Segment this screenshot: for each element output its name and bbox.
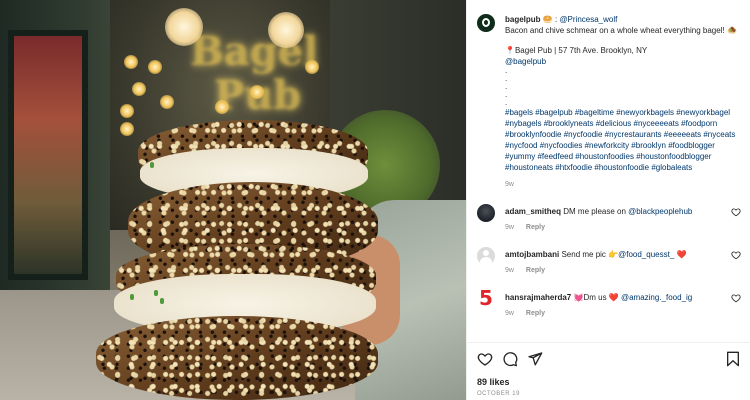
dot-line: . [505,74,508,83]
comment-icon[interactable] [502,351,518,367]
caption-time: 9w [505,181,514,188]
heart-icon[interactable] [731,293,741,303]
post-caption: bagelpub 🥯 : @Princesa_wolf Bacon and ch… [477,14,741,190]
bagel-crust [96,316,378,400]
dot-line: . [505,98,508,107]
comment-text-after: ❤️ [674,250,687,259]
avatar[interactable] [477,14,495,32]
chive [130,294,134,300]
caption-text: bagelpub 🥯 : @Princesa_wolf Bacon and ch… [505,14,741,190]
light-bulb [215,100,229,114]
comment-time: 9w [505,310,514,317]
light-bulb [160,95,174,109]
shop-door [8,30,88,280]
comment-username[interactable]: hansrajmaherda7 [505,293,571,302]
lamp [165,8,203,46]
credit-mention[interactable]: @Princesa_wolf [559,15,617,24]
likes-count[interactable]: 89 likes [477,377,741,387]
action-icons [477,350,741,368]
comment-text: Send me pic 👉 [559,250,619,259]
comment-body: amtojbambani Send me pic 👉@food_quesst_ … [505,247,731,276]
post-side-panel: bagelpub 🥯 : @Princesa_wolf Bacon and ch… [466,0,750,400]
share-icon[interactable] [527,351,543,367]
dot-line: . [505,82,508,91]
comments-scroll-area[interactable]: bagelpub 🥯 : @Princesa_wolf Bacon and ch… [467,0,750,342]
comment-time: 9w [505,267,514,274]
comment-mention[interactable]: @food_quesst_ [618,250,674,259]
comment-mention[interactable]: @blackpeoplehub [628,207,692,216]
comment: adam_smitheq DM me please on @blackpeopl… [477,204,741,233]
comment-text: DM me please on [561,207,629,216]
comment-body: hansrajmaherda7 💓Dm us ❤️ @amazing._food… [505,290,731,319]
shop-sign: Bagel Pub [190,30,318,118]
hashtags[interactable]: #bagels #bagelpub #bageltime #newyorkbag… [505,107,741,173]
caption-username[interactable]: bagelpub [505,15,541,24]
dot-line: . [505,90,508,99]
light-bulb [132,82,146,96]
caption-line1: Bacon and chive schmear on a whole wheat… [505,26,725,35]
reply-button[interactable]: Reply [526,267,545,274]
location-text: Bagel Pub | 57 7th Ave. Brooklyn, NY [514,46,648,55]
bagel-emoji: 🥯 [542,15,553,24]
post-date: OCTOBER 19 [477,391,520,397]
heart-icon[interactable] [731,207,741,217]
bagel-bottom [96,244,378,400]
comment-body: adam_smitheq DM me please on @blackpeopl… [505,204,731,233]
reply-button[interactable]: Reply [526,310,545,317]
light-bulb [124,55,138,69]
chive [150,162,154,168]
heart-icon[interactable] [731,250,741,260]
comment-username[interactable]: adam_smitheq [505,207,561,216]
post-actions: 89 likes OCTOBER 19 [467,342,750,400]
comment-username[interactable]: amtojbambani [505,250,559,259]
lamp [268,12,304,48]
chive [154,290,158,296]
instagram-post: Bagel Pub [0,0,750,400]
comment: amtojbambani Send me pic 👉@food_quesst_ … [477,247,741,276]
avatar[interactable] [477,247,495,265]
comment-text: 💓Dm us ❤️ [571,293,621,302]
comment-time: 9w [505,224,514,231]
reply-button[interactable]: Reply [526,224,545,231]
pin-emoji: 📍 [505,46,515,55]
comment: 5 hansrajmaherda7 💓Dm us ❤️ @amazing._fo… [477,290,741,319]
comment-meta: 9w Reply [505,308,731,319]
avatar-logo: 5 [479,290,493,308]
bagelpub-mention[interactable]: @bagelpub [505,57,546,66]
avatar[interactable]: 5 [477,290,495,308]
dot-line: . [505,66,508,75]
comment-meta: 9w Reply [505,265,731,276]
post-photo[interactable]: Bagel Pub [0,0,466,400]
light-bulb [305,60,319,74]
light-bulb [120,104,134,118]
caption-line1-emoji: 🧆 [726,26,737,35]
chive [160,298,164,304]
heart-icon[interactable] [477,351,493,367]
light-bulb [148,60,162,74]
bookmark-icon[interactable] [725,351,741,367]
comment-mention[interactable]: @amazing._food_ig [621,293,692,302]
comment-meta: 9w Reply [505,222,731,233]
avatar[interactable] [477,204,495,222]
light-bulb [250,85,264,99]
